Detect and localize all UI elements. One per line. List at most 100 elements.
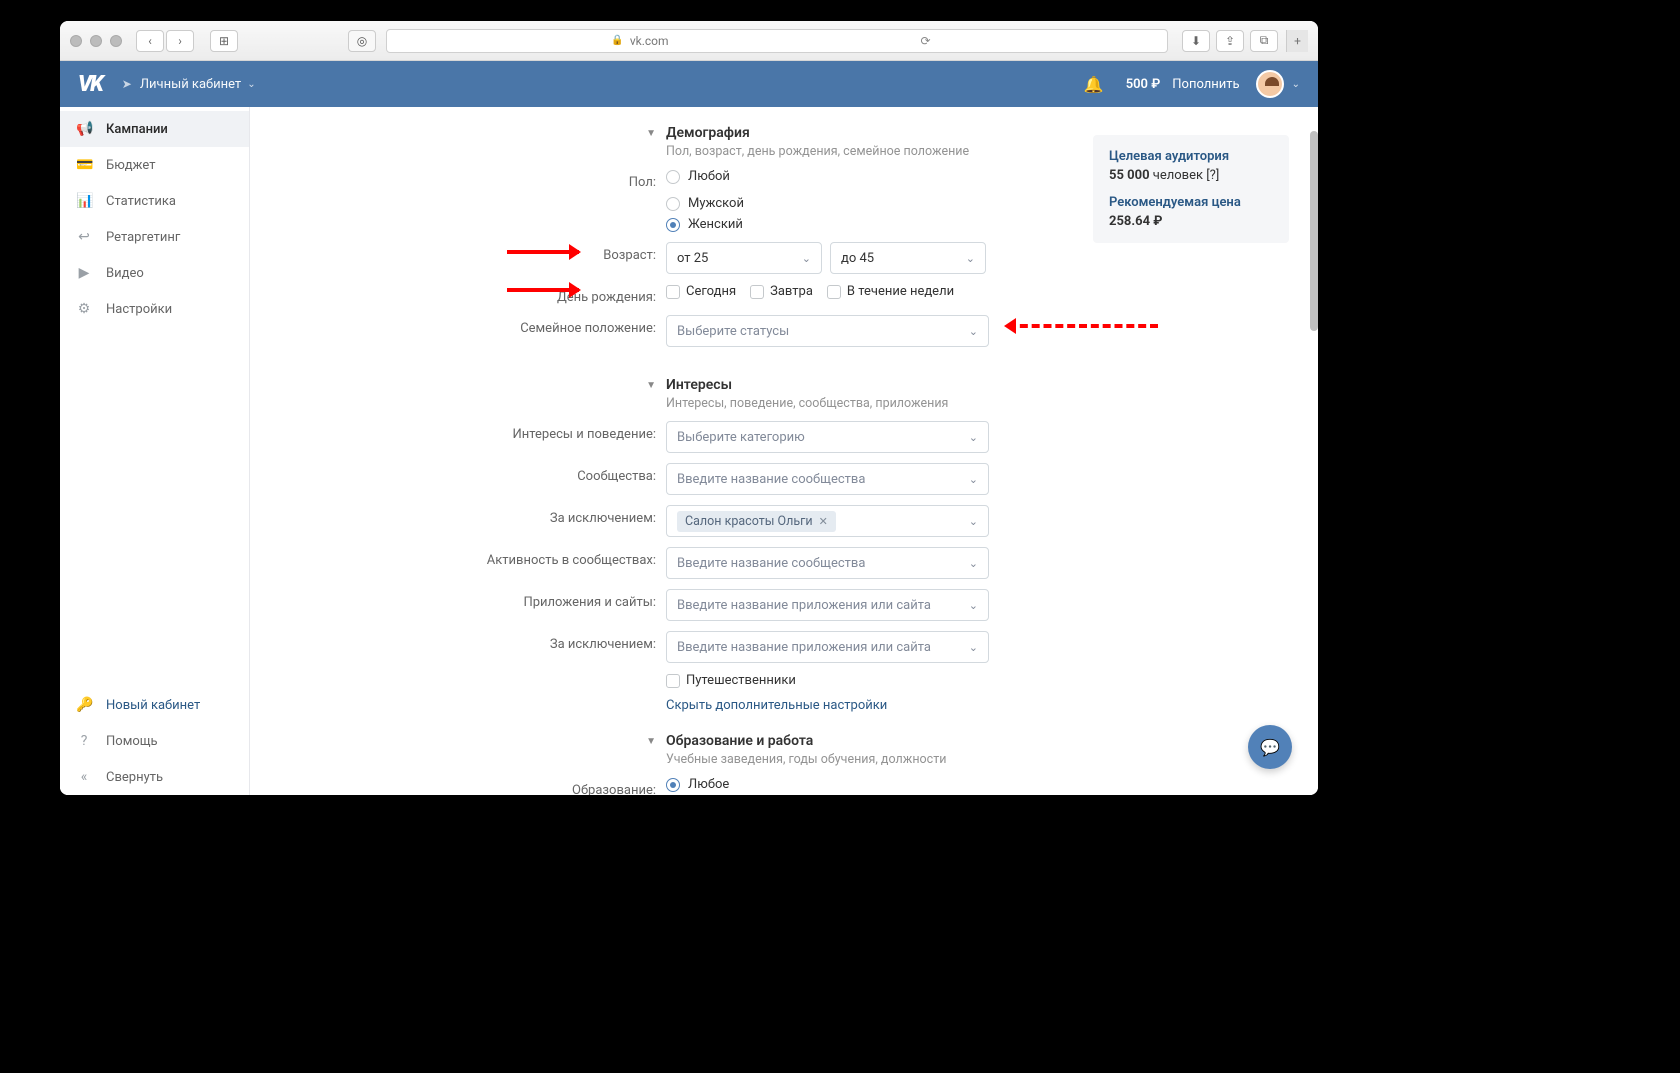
extension-button[interactable]: ◎ [348, 30, 376, 52]
chevron-down-icon: ⌄ [969, 431, 978, 444]
topup-link[interactable]: Пополнить [1172, 77, 1239, 92]
download-button[interactable]: ⬇ [1182, 30, 1210, 52]
travelers-checkbox[interactable]: Путешественники [666, 673, 796, 688]
audience-line: 55 000 человек [?] [1109, 168, 1273, 183]
bell-icon[interactable]: 🔔 [1084, 75, 1104, 94]
chevron-down-icon: ⌄ [969, 557, 978, 570]
sidebar-item-campaigns[interactable]: 📢 Кампании [60, 111, 249, 147]
section-education-subtitle: Учебные заведения, годы обучения, должно… [666, 752, 1318, 767]
sidebar-item-retargeting[interactable]: ↩ Ретаргетинг [60, 219, 249, 255]
sidebar-item-label: Кампании [106, 122, 168, 137]
share-button[interactable]: ⇪ [1216, 30, 1244, 52]
family-label: Семейное положение: [250, 315, 666, 336]
hide-advanced-link[interactable]: Скрыть дополнительные настройки [666, 698, 887, 713]
sidebar-item-label: Новый кабинет [106, 698, 200, 713]
chevron-down-icon: ⌄ [969, 325, 978, 338]
address-bar[interactable]: 🔒 vk.com ⟳ [386, 29, 1168, 53]
audience-summary: Целевая аудитория 55 000 человек [?] Рек… [1093, 135, 1289, 243]
communities-label: Сообщества: [250, 463, 666, 484]
apps-select[interactable]: Введите название приложения или сайта⌄ [666, 589, 989, 621]
avatar[interactable] [1256, 70, 1284, 98]
browser-toolbar: ‹ › ⊞ ◎ 🔒 vk.com ⟳ ⬇ ⇪ ⧉ + [60, 21, 1318, 61]
sidebar-item-budget[interactable]: 💳 Бюджет [60, 147, 249, 183]
maximize-window-icon[interactable] [110, 35, 122, 47]
except-apps-select[interactable]: Введите название приложения или сайта⌄ [666, 631, 989, 663]
sidebar-item-collapse[interactable]: « Свернуть [60, 759, 249, 795]
sidebar-item-help[interactable]: ? Помощь [60, 723, 249, 759]
wallet-icon: 💳 [76, 157, 92, 173]
birthday-week-checkbox[interactable]: В течение недели [827, 284, 954, 299]
megaphone-icon: 📢 [76, 121, 92, 137]
back-button[interactable]: ‹ [136, 30, 164, 52]
play-icon: ▶ [76, 265, 92, 281]
chevron-down-icon: ⌄ [969, 473, 978, 486]
forward-button[interactable]: › [166, 30, 194, 52]
gender-male-radio[interactable]: Мужской [666, 196, 744, 211]
audience-unit: человек [?] [1153, 168, 1220, 183]
except-select[interactable]: Салон красоты Ольги✕ ⌄ [666, 505, 989, 537]
scrollbar[interactable] [1310, 131, 1318, 521]
chat-fab[interactable]: 💬 [1248, 725, 1292, 769]
sidebar-item-new-cabinet[interactable]: 🔑 Новый кабинет [60, 687, 249, 723]
url-host: vk.com [630, 34, 669, 48]
caret-down-icon[interactable]: ▼ [646, 736, 656, 747]
lock-icon: 🔒 [611, 35, 623, 46]
price-title: Рекомендуемая цена [1109, 195, 1273, 210]
apps-label: Приложения и сайты: [250, 589, 666, 610]
account-dropdown[interactable]: Личный кабинет ⌄ [140, 77, 256, 92]
gender-any-radio[interactable]: Любой [666, 169, 730, 184]
gender-female-radio[interactable]: Женский [666, 217, 743, 232]
audience-count: 55 000 [1109, 168, 1150, 183]
section-education-title: Образование и работа [666, 733, 1318, 749]
window-controls[interactable] [70, 35, 122, 47]
activity-select[interactable]: Введите название сообщества⌄ [666, 547, 989, 579]
account-label: Личный кабинет [140, 77, 241, 92]
sidebar-item-statistics[interactable]: 📊 Статистика [60, 183, 249, 219]
pointer-icon: ➤ [122, 77, 132, 91]
main-content: Целевая аудитория 55 000 человек [?] Рек… [250, 107, 1318, 795]
collapse-icon: « [76, 769, 92, 785]
tabs-overview-button[interactable]: ⊞ [210, 30, 238, 52]
annotation-arrow [507, 250, 579, 254]
sidebar-item-video[interactable]: ▶ Видео [60, 255, 249, 291]
tabs-button[interactable]: ⧉ [1250, 30, 1278, 52]
birthday-today-checkbox[interactable]: Сегодня [666, 284, 736, 299]
undo-icon: ↩ [76, 229, 92, 245]
chevron-down-icon: ⌄ [969, 515, 978, 528]
section-interests-subtitle: Интересы, поведение, сообщества, приложе… [666, 396, 1318, 411]
gender-label: Пол: [250, 169, 666, 190]
close-window-icon[interactable] [70, 35, 82, 47]
age-from-select[interactable]: от 25⌄ [666, 242, 822, 274]
birthday-tomorrow-checkbox[interactable]: Завтра [750, 284, 813, 299]
behavior-select[interactable]: Выберите категорию⌄ [666, 421, 989, 453]
minimize-window-icon[interactable] [90, 35, 102, 47]
reload-icon[interactable]: ⟳ [921, 34, 931, 48]
communities-select[interactable]: Введите название сообщества⌄ [666, 463, 989, 495]
education-any-radio[interactable]: Любое [666, 777, 729, 792]
help-icon: ? [76, 733, 92, 749]
balance-value: 500 ₽ [1126, 77, 1161, 92]
chevron-down-icon[interactable]: ⌄ [1292, 79, 1300, 90]
caret-down-icon[interactable]: ▼ [646, 128, 656, 139]
chevron-down-icon: ⌄ [969, 599, 978, 612]
tag-remove-icon[interactable]: ✕ [819, 515, 828, 528]
caret-down-icon[interactable]: ▼ [646, 380, 656, 391]
sidebar-item-settings[interactable]: ⚙ Настройки [60, 291, 249, 327]
birthday-label: День рождения: [250, 284, 666, 305]
sidebar-item-label: Помощь [106, 734, 158, 749]
chevron-down-icon: ⌄ [966, 252, 975, 265]
except-tag[interactable]: Салон красоты Ольги✕ [677, 511, 836, 532]
vk-logo-icon[interactable]: VK [78, 72, 102, 97]
activity-label: Активность в сообществах: [250, 547, 666, 568]
family-status-select[interactable]: Выберите статусы⌄ [666, 315, 989, 347]
chat-icon: 💬 [1260, 738, 1280, 757]
chevron-down-icon: ⌄ [969, 641, 978, 654]
sidebar-item-label: Статистика [106, 194, 176, 209]
except2-label: За исключением: [250, 631, 666, 652]
new-tab-button[interactable]: + [1286, 30, 1308, 52]
vk-header: VK ➤ Личный кабинет ⌄ 🔔 500 ₽ Пополнить … [60, 61, 1318, 107]
chevron-down-icon: ⌄ [802, 252, 811, 265]
sidebar-item-label: Бюджет [106, 158, 155, 173]
gear-icon: ⚙ [76, 301, 92, 317]
age-to-select[interactable]: до 45⌄ [830, 242, 986, 274]
